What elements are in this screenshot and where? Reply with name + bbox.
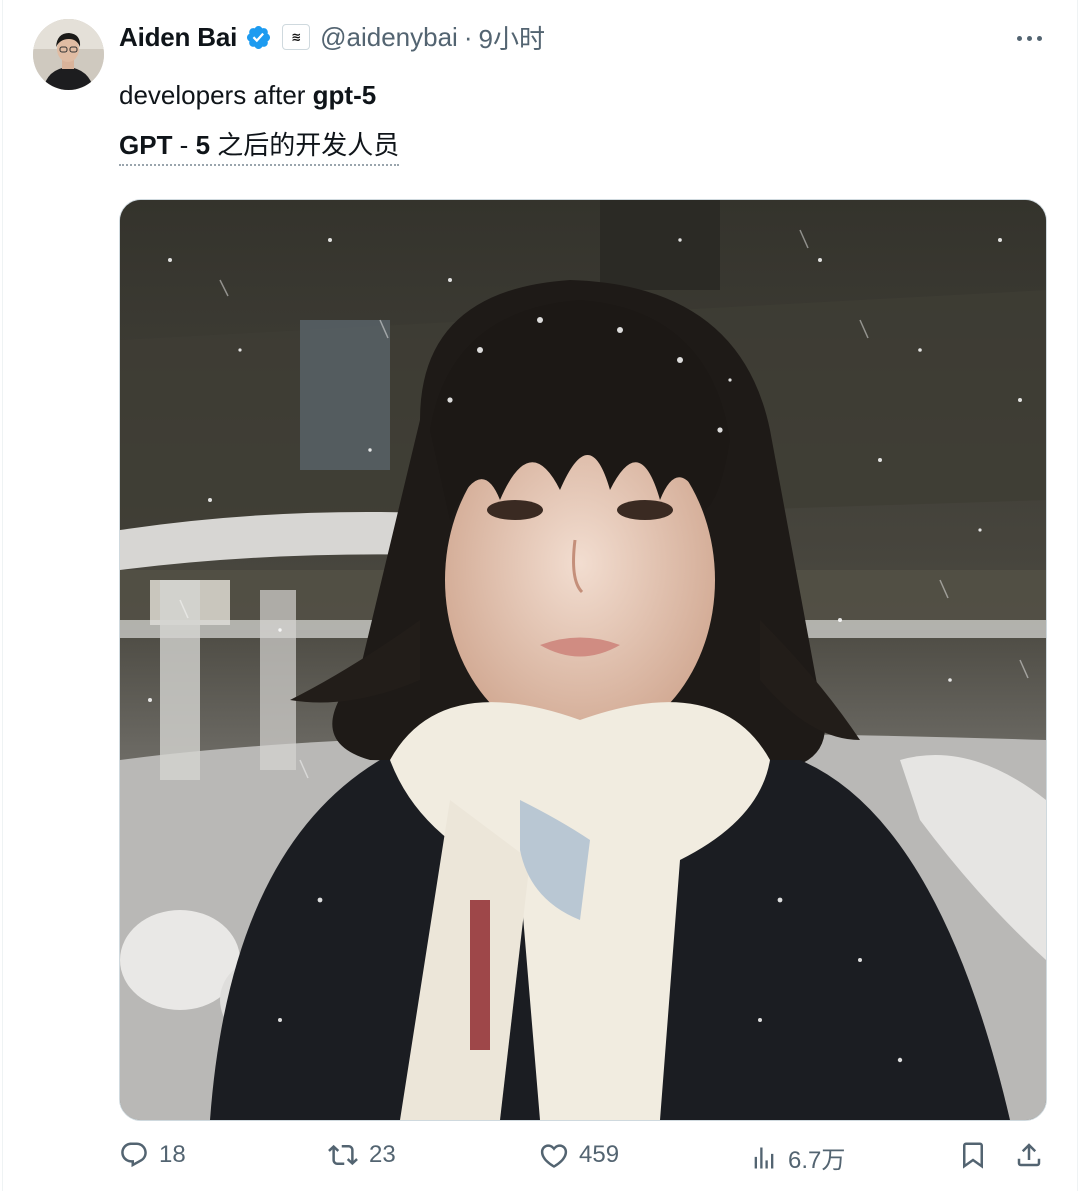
like-icon: [540, 1144, 568, 1168]
share-button[interactable]: [1014, 1140, 1044, 1170]
retweet-button[interactable]: 23: [327, 1140, 396, 1170]
reply-count: 18: [159, 1141, 186, 1168]
tweet-photo[interactable]: [119, 199, 1047, 1121]
affiliate-badge: ≋: [282, 24, 311, 50]
bookmark-icon: [963, 1142, 983, 1169]
right-border: [1077, 0, 1078, 1191]
translation-part-gpt: GPT: [119, 130, 173, 160]
translation-part-dash: -: [172, 130, 196, 160]
tweet-header: Aiden Bai ≋ @aidenybai · 9小时: [119, 20, 545, 54]
tweet-text: developers after gpt-5: [119, 78, 376, 112]
author-name[interactable]: Aiden Bai: [119, 22, 237, 53]
translation-part-number: 5: [195, 130, 211, 160]
translation-part-text: 之后的开发人员: [210, 130, 400, 160]
author-handle[interactable]: @aidenybai: [320, 22, 458, 53]
tweet-time[interactable]: 9小时: [479, 19, 545, 56]
reply-icon: [121, 1142, 147, 1168]
retweet-count: 23: [369, 1141, 396, 1168]
like-button[interactable]: 459: [539, 1140, 619, 1170]
more-icon[interactable]: [1017, 36, 1042, 41]
share-icon: [1017, 1143, 1041, 1167]
views-button[interactable]: 6.7万: [750, 1140, 845, 1175]
action-bar: 18 23 459 6.7万: [0, 1140, 1080, 1184]
tweet-translation[interactable]: GPT - 5 之后的开发人员: [119, 128, 400, 166]
views-count: 6.7万: [788, 1147, 846, 1174]
verified-badge-icon: [245, 24, 272, 51]
left-border: [2, 0, 3, 1191]
reply-button[interactable]: 18: [119, 1140, 186, 1170]
tweet-text-bold: gpt-5: [312, 80, 377, 110]
views-icon: [754, 1147, 774, 1168]
retweet-icon: [328, 1144, 358, 1166]
tweet-text-plain: developers after: [119, 80, 313, 110]
header-separator: ·: [463, 21, 473, 52]
avatar[interactable]: [33, 19, 104, 90]
bookmark-button[interactable]: [958, 1140, 988, 1170]
like-count: 459: [579, 1141, 620, 1168]
